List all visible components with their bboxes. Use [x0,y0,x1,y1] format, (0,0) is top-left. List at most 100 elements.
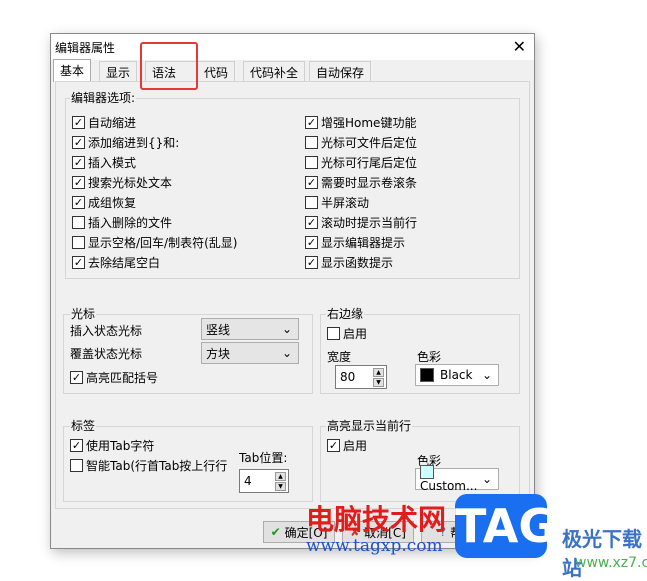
checkbox-box: ✓ [70,438,83,452]
option-checkbox[interactable]: ✓ 显示编辑器提示 [305,233,417,251]
checkbox-label: 智能Tab(行首Tab按上行行 [86,458,228,473]
dialog-title: 编辑器属性 [55,41,116,55]
checkbox-box: ✓ [72,155,85,169]
option-checkbox[interactable]: 半屏滚动 [305,193,417,211]
checkmark-icon: ✔ [270,525,281,539]
overwrite-cursor-label: 覆盖状态光标 [70,347,143,361]
insert-cursor-value: 竖线 [206,322,231,337]
checkbox-label: 自动缩进 [88,115,137,130]
spin-down-icon[interactable]: ▼ [275,481,286,491]
checkbox-box: ✓ [72,115,85,129]
width-value: 80 [340,370,356,384]
option-checkbox[interactable]: ✓ 自动缩进 [72,113,237,131]
right-margin-label: 右边缘 [326,305,365,322]
checkbox-label: 滚动时提示当前行 [321,215,418,230]
checkbox-box [305,195,318,209]
ok-label: 确定[O] [284,525,328,540]
spin-up-icon[interactable]: ▲ [275,471,286,481]
option-checkbox[interactable]: ✓ 增强Home键功能 [305,113,417,131]
cancel-label: 取消[C] [364,525,406,540]
highlight-color-select[interactable]: Custom... ⌄ [415,465,499,494]
insert-cursor-select[interactable]: 竖线 ⌄ [201,318,299,340]
highlight-line-enable-checkbox[interactable]: ✓ 启用 [327,436,367,454]
option-checkbox[interactable]: ✓ 显示函数提示 [305,253,417,271]
checkbox-label: 成组恢复 [88,195,137,210]
option-checkbox[interactable]: 显示空格/回车/制表符(乱显) [72,233,237,251]
checkbox-box [72,235,85,249]
smart-tab-checkbox[interactable]: 智能Tab(行首Tab按上行行 [70,456,227,474]
checkbox-label: 添加缩进到{}和: [88,135,180,150]
checkbox-box: ✓ [72,195,85,209]
spin-up-icon[interactable]: ▲ [373,367,384,377]
option-checkbox[interactable]: 插入删除的文件 [72,213,237,231]
checkbox-box [305,135,318,149]
ok-button[interactable]: ✔ 确定[O] [263,521,335,543]
option-checkbox[interactable]: ✓ 需要时显示卷滚条 [305,173,417,191]
highlight-line-label: 高亮显示当前行 [326,417,413,434]
highlight-color-value: Custom... [420,479,478,494]
title-bar: 编辑器属性 ✕ [51,34,534,60]
option-checkbox[interactable]: ✓ 滚动时提示当前行 [305,213,417,231]
close-icon[interactable]: ✕ [513,37,526,56]
color-swatch [420,465,434,480]
tab-panel: 编辑器选项: ✓ 自动缩进 ✓ 添加缩进到{}和: ✓ 插入模式 ✓ 搜索光标处文本 ✓ 成组恢复… [55,81,530,509]
tab-code-completion[interactable]: 代码补全 [243,61,306,81]
checkbox-box [72,215,85,229]
watermark-url2: www.xz7.com [575,555,647,571]
checkbox-label: 光标可行尾后定位 [321,155,418,170]
option-checkbox[interactable]: 光标可行尾后定位 [305,153,417,171]
right-margin-enable-checkbox[interactable]: 启用 [327,324,367,342]
tab-position-spinner[interactable]: 4 ▲ ▼ [239,469,289,493]
tab-basic[interactable]: 基本 [53,59,92,82]
x-icon: ✘ [350,525,361,539]
tab-display[interactable]: 显示 [99,61,138,81]
checkbox-box: ✓ [305,235,318,249]
option-checkbox[interactable]: 光标可文件后定位 [305,133,417,151]
overwrite-cursor-select[interactable]: 方块 ⌄ [201,342,299,364]
checkbox-label: 使用Tab字符 [86,438,155,453]
checkbox-label: 高亮匹配括号 [86,370,159,385]
option-checkbox[interactable]: ✓ 添加缩进到{}和: [72,133,237,151]
checkbox-box: ✓ [72,255,85,269]
margin-color-select[interactable]: Black ⌄ [415,364,499,386]
options-left: ✓ 自动缩进 ✓ 添加缩进到{}和: ✓ 插入模式 ✓ 搜索光标处文本 ✓ 成组恢复 插入删除的文件… [72,113,237,273]
width-spinner[interactable]: 80 ▲ ▼ [335,365,387,389]
width-label: 宽度 [327,350,352,364]
chevron-down-icon: ⌄ [281,322,292,336]
use-tab-checkbox[interactable]: ✓ 使用Tab字符 [70,436,154,454]
tab-position-value: 4 [244,474,252,488]
checkbox-label: 启用 [343,438,368,453]
option-checkbox[interactable]: ✓ 插入模式 [72,153,237,171]
checkbox-label: 显示编辑器提示 [321,235,406,250]
chevron-down-icon: ⌄ [481,472,492,486]
watermark-site2: 极光下载站 [562,527,642,580]
cursor-label: 光标 [70,305,97,322]
tabs-group-label: 标签 [70,417,97,434]
option-checkbox[interactable]: ✓ 成组恢复 [72,193,237,211]
tab-code[interactable]: 代码 [197,61,236,81]
option-checkbox[interactable]: ✓ 去除结尾空白 [72,253,237,271]
help-button[interactable]: ? 帮助 [421,521,493,543]
checkbox-box: ✓ [305,175,318,189]
spin-down-icon[interactable]: ▼ [373,377,384,387]
checkbox-box: ✓ [305,255,318,269]
checkbox-box: ✓ [70,370,83,384]
checkbox-label: 增强Home键功能 [321,115,417,130]
checkbox-box: ✓ [305,115,318,129]
checkbox-label: 显示空格/回车/制表符(乱显) [88,235,238,250]
highlight-brackets-checkbox[interactable]: ✓ 高亮匹配括号 [70,368,158,386]
tab-autosave[interactable]: 自动保存 [309,61,372,81]
options-right: ✓ 增强Home键功能 光标可文件后定位 光标可行尾后定位 ✓ 需要时显示卷滚条 半屏滚动 ✓… [305,113,417,273]
checkbox-box: ✓ [72,135,85,149]
margin-color-label: 色彩 [417,350,442,364]
overwrite-cursor-value: 方块 [206,346,231,361]
highlight-annotation [140,42,198,90]
margin-color-value: Black [440,367,473,382]
help-label: 帮助 [450,525,475,540]
checkbox-label: 插入模式 [88,155,137,170]
checkbox-box [305,155,318,169]
editor-options-label: 编辑器选项: [70,89,137,106]
checkbox-box [70,458,83,472]
option-checkbox[interactable]: ✓ 搜索光标处文本 [72,173,237,191]
cancel-button[interactable]: ✘ 取消[C] [342,521,414,543]
